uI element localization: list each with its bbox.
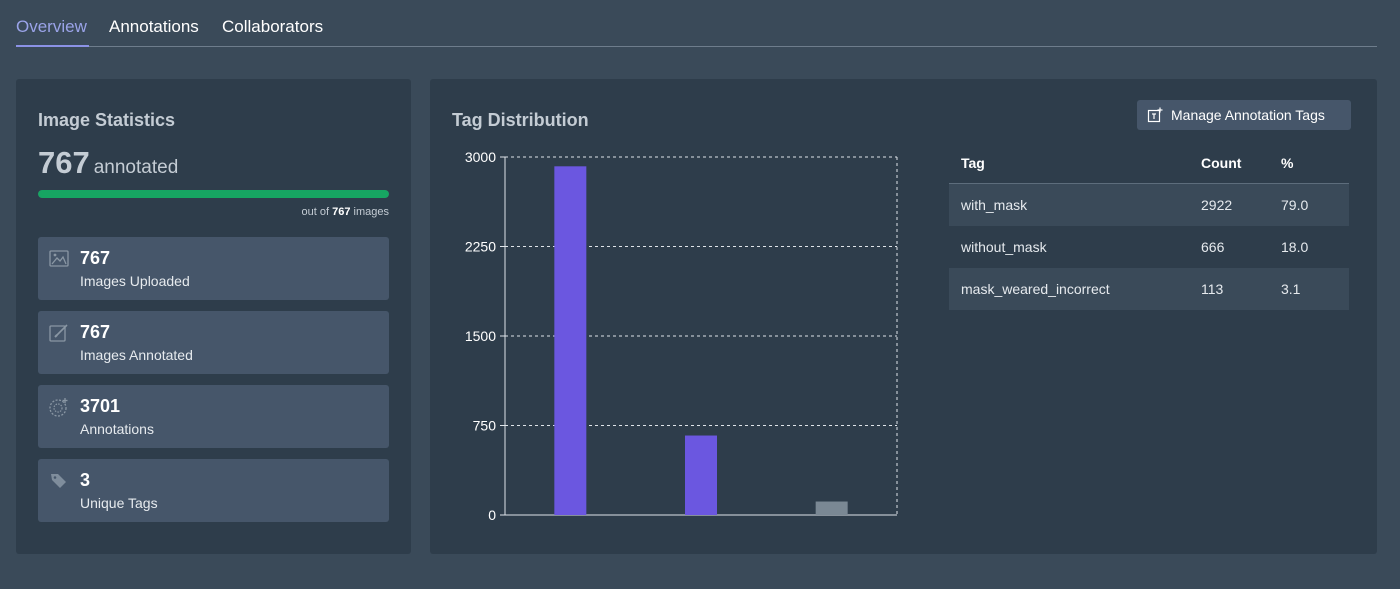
bar-with_mask: [554, 166, 587, 516]
annotation-progress-fill: [38, 190, 389, 198]
tab-bar: Overview Annotations Collaborators: [16, 0, 1377, 47]
stat-label: Annotations: [80, 421, 154, 437]
annotated-count: 767: [38, 145, 90, 180]
annotation-progress-bar: [38, 190, 389, 198]
header-count: Count: [1201, 155, 1242, 171]
image-statistics-title: Image Statistics: [38, 110, 176, 130]
stat-label: Images Uploaded: [80, 273, 190, 289]
add-tag-icon: [1147, 107, 1163, 123]
stat-value: 767: [80, 322, 111, 342]
stat-value: 3701: [80, 396, 121, 416]
y-tick-label: 3000: [465, 149, 496, 165]
out-of-total: 767: [332, 206, 351, 218]
annotated-summary: 767 annotated: [38, 145, 178, 181]
y-tick-label: 1500: [465, 328, 496, 344]
row-count: 666: [1201, 239, 1225, 255]
row-percent: 3.1: [1281, 281, 1301, 297]
header-tag: Tag: [961, 155, 985, 171]
annotated-label: annotated: [93, 157, 179, 178]
row-percent: 79.0: [1281, 197, 1309, 213]
row-count: 113: [1201, 281, 1224, 297]
table-row: with_mask 2922 79.0: [949, 184, 1349, 226]
table-row: mask_weared_incorrect 113 3.1: [949, 268, 1349, 310]
y-tick-label: 2250: [465, 239, 496, 255]
row-percent: 18.0: [1281, 239, 1309, 255]
row-count: 2922: [1201, 197, 1233, 213]
bar-without_mask: [685, 435, 717, 515]
y-tick-label: 0: [488, 507, 496, 523]
header-percent: %: [1281, 155, 1294, 171]
row-tag: without_mask: [961, 239, 1047, 255]
stat-card-images-uploaded: 767 Images Uploaded: [38, 237, 389, 300]
tag-table: Tag Count % with_mask 2922 79.0 without_…: [949, 142, 1349, 310]
tab-overview[interactable]: Overview: [16, 17, 89, 47]
table-header-row: Tag Count %: [949, 142, 1349, 184]
out-of-suffix: images: [353, 206, 389, 218]
tab-annotations[interactable]: Annotations: [109, 17, 199, 47]
table-row: without_mask 666 18.0: [949, 226, 1349, 268]
stat-card-unique-tags: 3 Unique Tags: [38, 459, 389, 522]
bar-mask_weared_incorrect: [815, 501, 848, 515]
row-tag: with_mask: [961, 197, 1028, 213]
image-statistics-panel: Image Statistics 767 annotated out of 767…: [16, 79, 411, 554]
tab-collaborators[interactable]: Collaborators: [222, 17, 323, 47]
annotations-icon: [49, 398, 68, 417]
row-tag: mask_weared_incorrect: [961, 281, 1110, 297]
manage-annotation-tags-button[interactable]: Manage Annotation Tags: [1137, 100, 1351, 130]
stat-card-images-annotated: 767 Images Annotated: [38, 311, 389, 374]
y-tick-label: 750: [473, 418, 497, 434]
tag-distribution-chart: 0 750 1500 2250 3000: [465, 149, 898, 523]
tag-distribution-panel: Tag Distribution Manage Annotation Tags …: [430, 79, 1377, 554]
stat-label: Unique Tags: [80, 495, 158, 511]
edit-icon: [49, 324, 68, 342]
stat-value: 3: [80, 470, 91, 490]
out-of-prefix: out of: [301, 206, 330, 218]
stat-value: 767: [80, 248, 111, 268]
image-icon: [49, 250, 69, 267]
stat-label: Images Annotated: [80, 347, 193, 363]
tag-icon: [51, 474, 66, 488]
manage-annotation-tags-label: Manage Annotation Tags: [1171, 107, 1325, 123]
out-of-text: out of 767 images: [302, 206, 389, 218]
stat-card-annotations: 3701 Annotations: [38, 385, 389, 448]
